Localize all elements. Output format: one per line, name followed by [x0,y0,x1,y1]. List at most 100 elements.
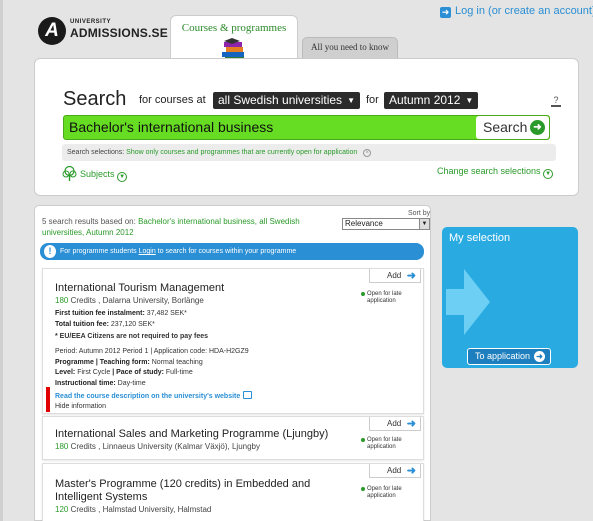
add-label: Add [387,419,402,428]
pace-label: | Pace of study: [112,369,164,376]
results-count-text: 5 search results based on: [42,217,136,226]
login-link[interactable]: ➜ Log in (or create an account) [440,5,593,18]
instr-label: Instructional time: [55,380,116,387]
login-text[interactable]: Log in (or create an account) [455,5,593,17]
course-location: Credits , Halmstad University, Halmstad [70,505,212,514]
for-courses-at-label: for courses at [139,94,206,106]
university-select[interactable]: all Swedish universities ▼ [213,92,360,109]
add-label: Add [387,271,402,280]
add-button[interactable]: Add ➜ [369,417,421,431]
banner-text-pre: For programme students [60,248,137,255]
level-line: Level: First Cycle | Pace of study: Full… [55,369,193,376]
logo-small-text: UNIVERSITY [70,19,112,25]
arrow-right-icon: ➜ [406,418,416,430]
total-fee-value: 237,120 SEK* [110,321,155,328]
highlight-marker [46,387,50,412]
chevron-down-icon: ▼ [117,172,128,182]
result-card: Add ➜ Master's Programme (120 credits) in… [42,463,424,521]
result-card: Add ➜ International Tourism Management 18… [42,268,424,414]
to-application-button[interactable]: To application ➜ [467,348,551,365]
add-button[interactable]: Add ➜ [369,269,421,283]
programme-line: Programme | Teaching form: Normal teachi… [55,359,203,366]
level-value: First Cycle [77,369,111,376]
search-button[interactable]: Search ➜ [476,116,549,139]
course-credits: 120 [55,505,69,514]
level-label: Level: [55,369,76,376]
search-selection-item[interactable]: Show only courses and programmes that ar… [126,149,357,156]
hide-information-link[interactable]: Hide information [55,403,106,410]
instructional-line: Instructional time: Day-time [55,380,146,387]
first-fee-value: 37,482 SEK* [146,310,187,317]
first-fee-line: First tuition fee instalment: 37,482 SEK… [55,310,187,317]
banner-login-link[interactable]: Login [139,248,156,255]
teaching-value: Normal teaching [151,359,203,366]
course-link-text: Read the course description on the unive… [55,393,241,400]
change-selections-label: Change search selections [437,166,541,176]
status-text: Open for late application [367,486,402,499]
period-line: Period: Autumn 2012 Period 1 | Applicati… [55,348,249,355]
result-card: Add ➜ International Sales and Marketing P… [42,416,424,460]
course-title[interactable]: Master's Programme (120 credits) in Embe… [55,478,345,504]
status-badge: Open for late application [361,486,417,500]
arrow-right-icon: ➜ [530,120,545,135]
first-fee-label: First tuition fee instalment: [55,310,145,317]
status-dot-icon [361,292,365,296]
search-selections-label: Search selections: [67,149,125,156]
close-icon[interactable]: × [363,149,372,157]
results-summary: 5 search results based on: Bachelor's in… [42,216,332,238]
search-button-label: Search [483,119,528,135]
status-dot-icon [361,438,365,442]
logo-big-text: ADMISSIONS.SE [70,26,168,40]
instr-value: Day-time [117,380,146,387]
my-selection-title: My selection [449,232,511,244]
status-dot-icon [361,487,365,491]
change-search-selections-link[interactable]: Change search selections ▼ [437,166,554,179]
course-website-link[interactable]: Read the course description on the unive… [55,391,253,400]
arrow-right-icon: ➜ [534,351,545,362]
chevron-down-icon: ▼ [347,96,355,105]
search-selections-bar: Search selections: Show only courses and… [62,144,556,161]
term-select[interactable]: Autumn 2012 ▼ [384,92,479,109]
programme-label: Programme | Teaching form: [55,359,150,366]
logo-a-icon: A [38,17,66,45]
course-credits: 180 [55,296,69,305]
help-icon[interactable]: ? [551,95,561,107]
sort-by-label: Sort by [408,210,431,217]
search-input-value[interactable]: Bachelor's international business [69,119,273,135]
course-meta: 120 Credits , Halmstad University, Halms… [55,505,211,514]
chevron-down-icon: ▼ [465,96,474,105]
login-arrow-icon: ➜ [440,7,451,18]
course-title[interactable]: International Sales and Marketing Progra… [55,428,328,441]
site-logo[interactable]: A UNIVERSITY ADMISSIONS.SE [38,17,168,47]
status-badge: Open for late application [361,291,417,305]
pace-value: Full-time [165,369,193,376]
add-button[interactable]: Add ➜ [369,464,421,478]
course-title[interactable]: International Tourism Management [55,282,224,295]
sort-select-value: Relevance [345,219,383,228]
status-text: Open for late application [367,437,402,450]
subjects-label: Subjects [80,169,115,179]
external-link-icon [243,391,253,399]
sort-select[interactable]: Relevance ▼ [342,218,430,230]
subjects-toggle[interactable]: Subjects ▼ [62,166,128,182]
tab-courses-label: Courses & programmes [181,22,287,34]
bulb-icon: ! [44,245,56,258]
course-meta: 180 Credits , Linnaeus University (Kalma… [55,442,260,451]
arrow-right-icon: ➜ [406,465,416,477]
term-select-value: Autumn 2012 [389,93,461,107]
my-selection-panel: My selection [442,227,578,368]
for-label: for [366,94,379,106]
add-label: Add [387,466,402,475]
to-application-label: To application [475,351,531,361]
window-edge [0,0,3,521]
status-badge: Open for late application [361,437,417,451]
chevron-down-icon: ▼ [419,219,429,229]
status-text: Open for late application [367,291,402,304]
search-title: Search [63,88,127,110]
university-select-value: all Swedish universities [218,93,343,107]
programme-students-banner: ! For programme students Login to search… [40,243,424,260]
total-fee-line: Total tuition fee: 237,120 SEK* [55,321,155,328]
tab-all-you-need-to-know[interactable]: All you need to know [302,37,398,58]
tree-icon [62,166,77,181]
big-arrow-right-icon [446,269,490,335]
